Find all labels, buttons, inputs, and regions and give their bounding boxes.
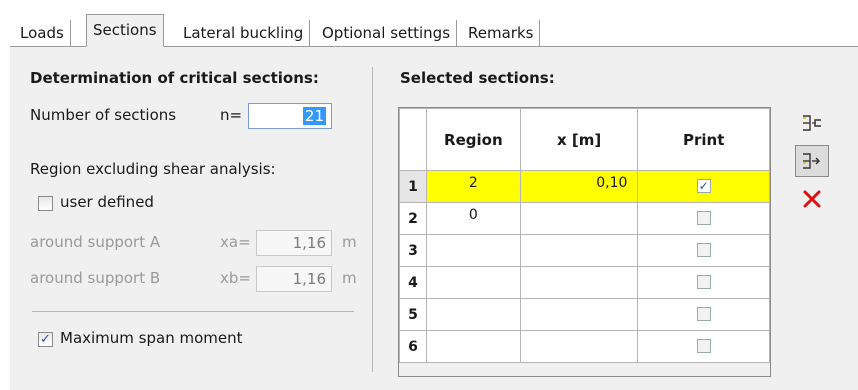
- n-label: n=: [220, 106, 243, 124]
- sections-grid[interactable]: Region x [m] Print 1 2 0,10 ✓ 2 0 3 4 5 …: [398, 107, 771, 377]
- print-checkbox[interactable]: [696, 243, 711, 257]
- row-number[interactable]: 1: [399, 170, 427, 203]
- append-row-icon: [803, 153, 820, 169]
- x-cell[interactable]: [519, 202, 639, 235]
- insert-row-button[interactable]: [795, 107, 829, 139]
- column-header-print[interactable]: Print: [637, 108, 770, 171]
- append-row-button[interactable]: [795, 145, 829, 177]
- row-number[interactable]: 6: [399, 330, 427, 363]
- print-checkbox[interactable]: [696, 211, 711, 225]
- print-cell[interactable]: [637, 266, 770, 299]
- region-cell[interactable]: [425, 298, 521, 331]
- tab-label: Remarks: [468, 24, 534, 42]
- tab-lateral-buckling[interactable]: Lateral buckling: [177, 20, 311, 46]
- print-cell[interactable]: ✓: [637, 170, 770, 203]
- tab-optional-settings[interactable]: Optional settings: [316, 20, 458, 46]
- tab-remarks[interactable]: Remarks: [462, 20, 541, 46]
- delete-row-button[interactable]: [795, 183, 829, 215]
- print-cell[interactable]: [637, 330, 770, 363]
- print-cell[interactable]: [637, 234, 770, 267]
- selected-sections-heading: Selected sections:: [400, 69, 555, 87]
- table-header-row: Region x [m] Print: [399, 108, 770, 171]
- region-cell[interactable]: 2: [425, 170, 521, 203]
- region-cell[interactable]: [425, 234, 521, 267]
- table-row[interactable]: 4: [399, 266, 770, 299]
- sections-panel: Determination of critical sections: Numb…: [10, 46, 858, 390]
- tab-sections[interactable]: Sections: [86, 14, 164, 47]
- critical-sections-heading: Determination of critical sections:: [30, 69, 319, 87]
- table-row[interactable]: 2 0: [399, 202, 770, 235]
- insert-row-icon: [803, 115, 821, 131]
- table-row[interactable]: 6: [399, 330, 770, 363]
- print-checkbox[interactable]: [696, 339, 711, 353]
- table-row[interactable]: 3: [399, 234, 770, 267]
- n-input[interactable]: 21: [248, 103, 332, 129]
- divider: [32, 311, 354, 312]
- column-header-x[interactable]: x [m]: [519, 108, 639, 171]
- tab-label: Loads: [20, 24, 64, 42]
- n-value: 21: [302, 107, 326, 125]
- column-header-region[interactable]: Region: [425, 108, 521, 171]
- xa-label: xa=: [220, 233, 251, 251]
- corner-cell: [399, 108, 427, 171]
- xa-unit: m: [342, 233, 357, 251]
- user-defined-label: user defined: [60, 193, 154, 211]
- row-number[interactable]: 2: [399, 202, 427, 235]
- max-span-label: Maximum span moment: [60, 329, 243, 347]
- xb-input[interactable]: 1,16: [256, 266, 332, 292]
- x-cell[interactable]: [519, 298, 639, 331]
- support-b-label: around support B: [30, 269, 161, 287]
- user-defined-checkbox[interactable]: [38, 196, 53, 211]
- x-cell[interactable]: 0,10: [519, 170, 639, 203]
- print-checkbox[interactable]: [696, 275, 711, 289]
- row-number[interactable]: 3: [399, 234, 427, 267]
- table-row[interactable]: 1 2 0,10 ✓: [399, 170, 770, 203]
- tab-label: Sections: [93, 21, 157, 39]
- x-cell[interactable]: [519, 234, 639, 267]
- tab-strip: Loads Sections Lateral buckling Optional…: [10, 14, 858, 47]
- xa-value: 1,16: [292, 234, 326, 252]
- sections-table: Region x [m] Print 1 2 0,10 ✓ 2 0 3 4 5 …: [399, 108, 770, 363]
- print-cell[interactable]: [637, 202, 770, 235]
- tab-label: Lateral buckling: [183, 24, 304, 42]
- tab-label: Optional settings: [322, 24, 451, 42]
- xb-value: 1,16: [292, 270, 326, 288]
- xb-label: xb=: [220, 269, 251, 287]
- x-cell[interactable]: [519, 266, 639, 299]
- x-cell[interactable]: [519, 330, 639, 363]
- group-separator: [372, 67, 373, 372]
- print-checkbox[interactable]: ✓: [696, 179, 711, 193]
- max-span-checkbox[interactable]: ✓: [38, 332, 53, 347]
- tab-loads[interactable]: Loads: [14, 20, 71, 46]
- xb-unit: m: [342, 269, 357, 287]
- check-icon: ✓: [698, 179, 709, 193]
- region-cell[interactable]: [425, 266, 521, 299]
- region-cell[interactable]: 0: [425, 202, 521, 235]
- num-sections-label: Number of sections: [30, 106, 177, 124]
- check-icon: ✓: [40, 332, 51, 347]
- region-excluding-label: Region excluding shear analysis:: [30, 160, 276, 178]
- print-cell[interactable]: [637, 298, 770, 331]
- print-checkbox[interactable]: [696, 307, 711, 321]
- delete-row-icon: [803, 190, 821, 208]
- xa-input[interactable]: 1,16: [256, 230, 332, 256]
- table-row[interactable]: 5: [399, 298, 770, 331]
- support-a-label: around support A: [30, 233, 161, 251]
- row-number[interactable]: 5: [399, 298, 427, 331]
- row-number[interactable]: 4: [399, 266, 427, 299]
- region-cell[interactable]: [425, 330, 521, 363]
